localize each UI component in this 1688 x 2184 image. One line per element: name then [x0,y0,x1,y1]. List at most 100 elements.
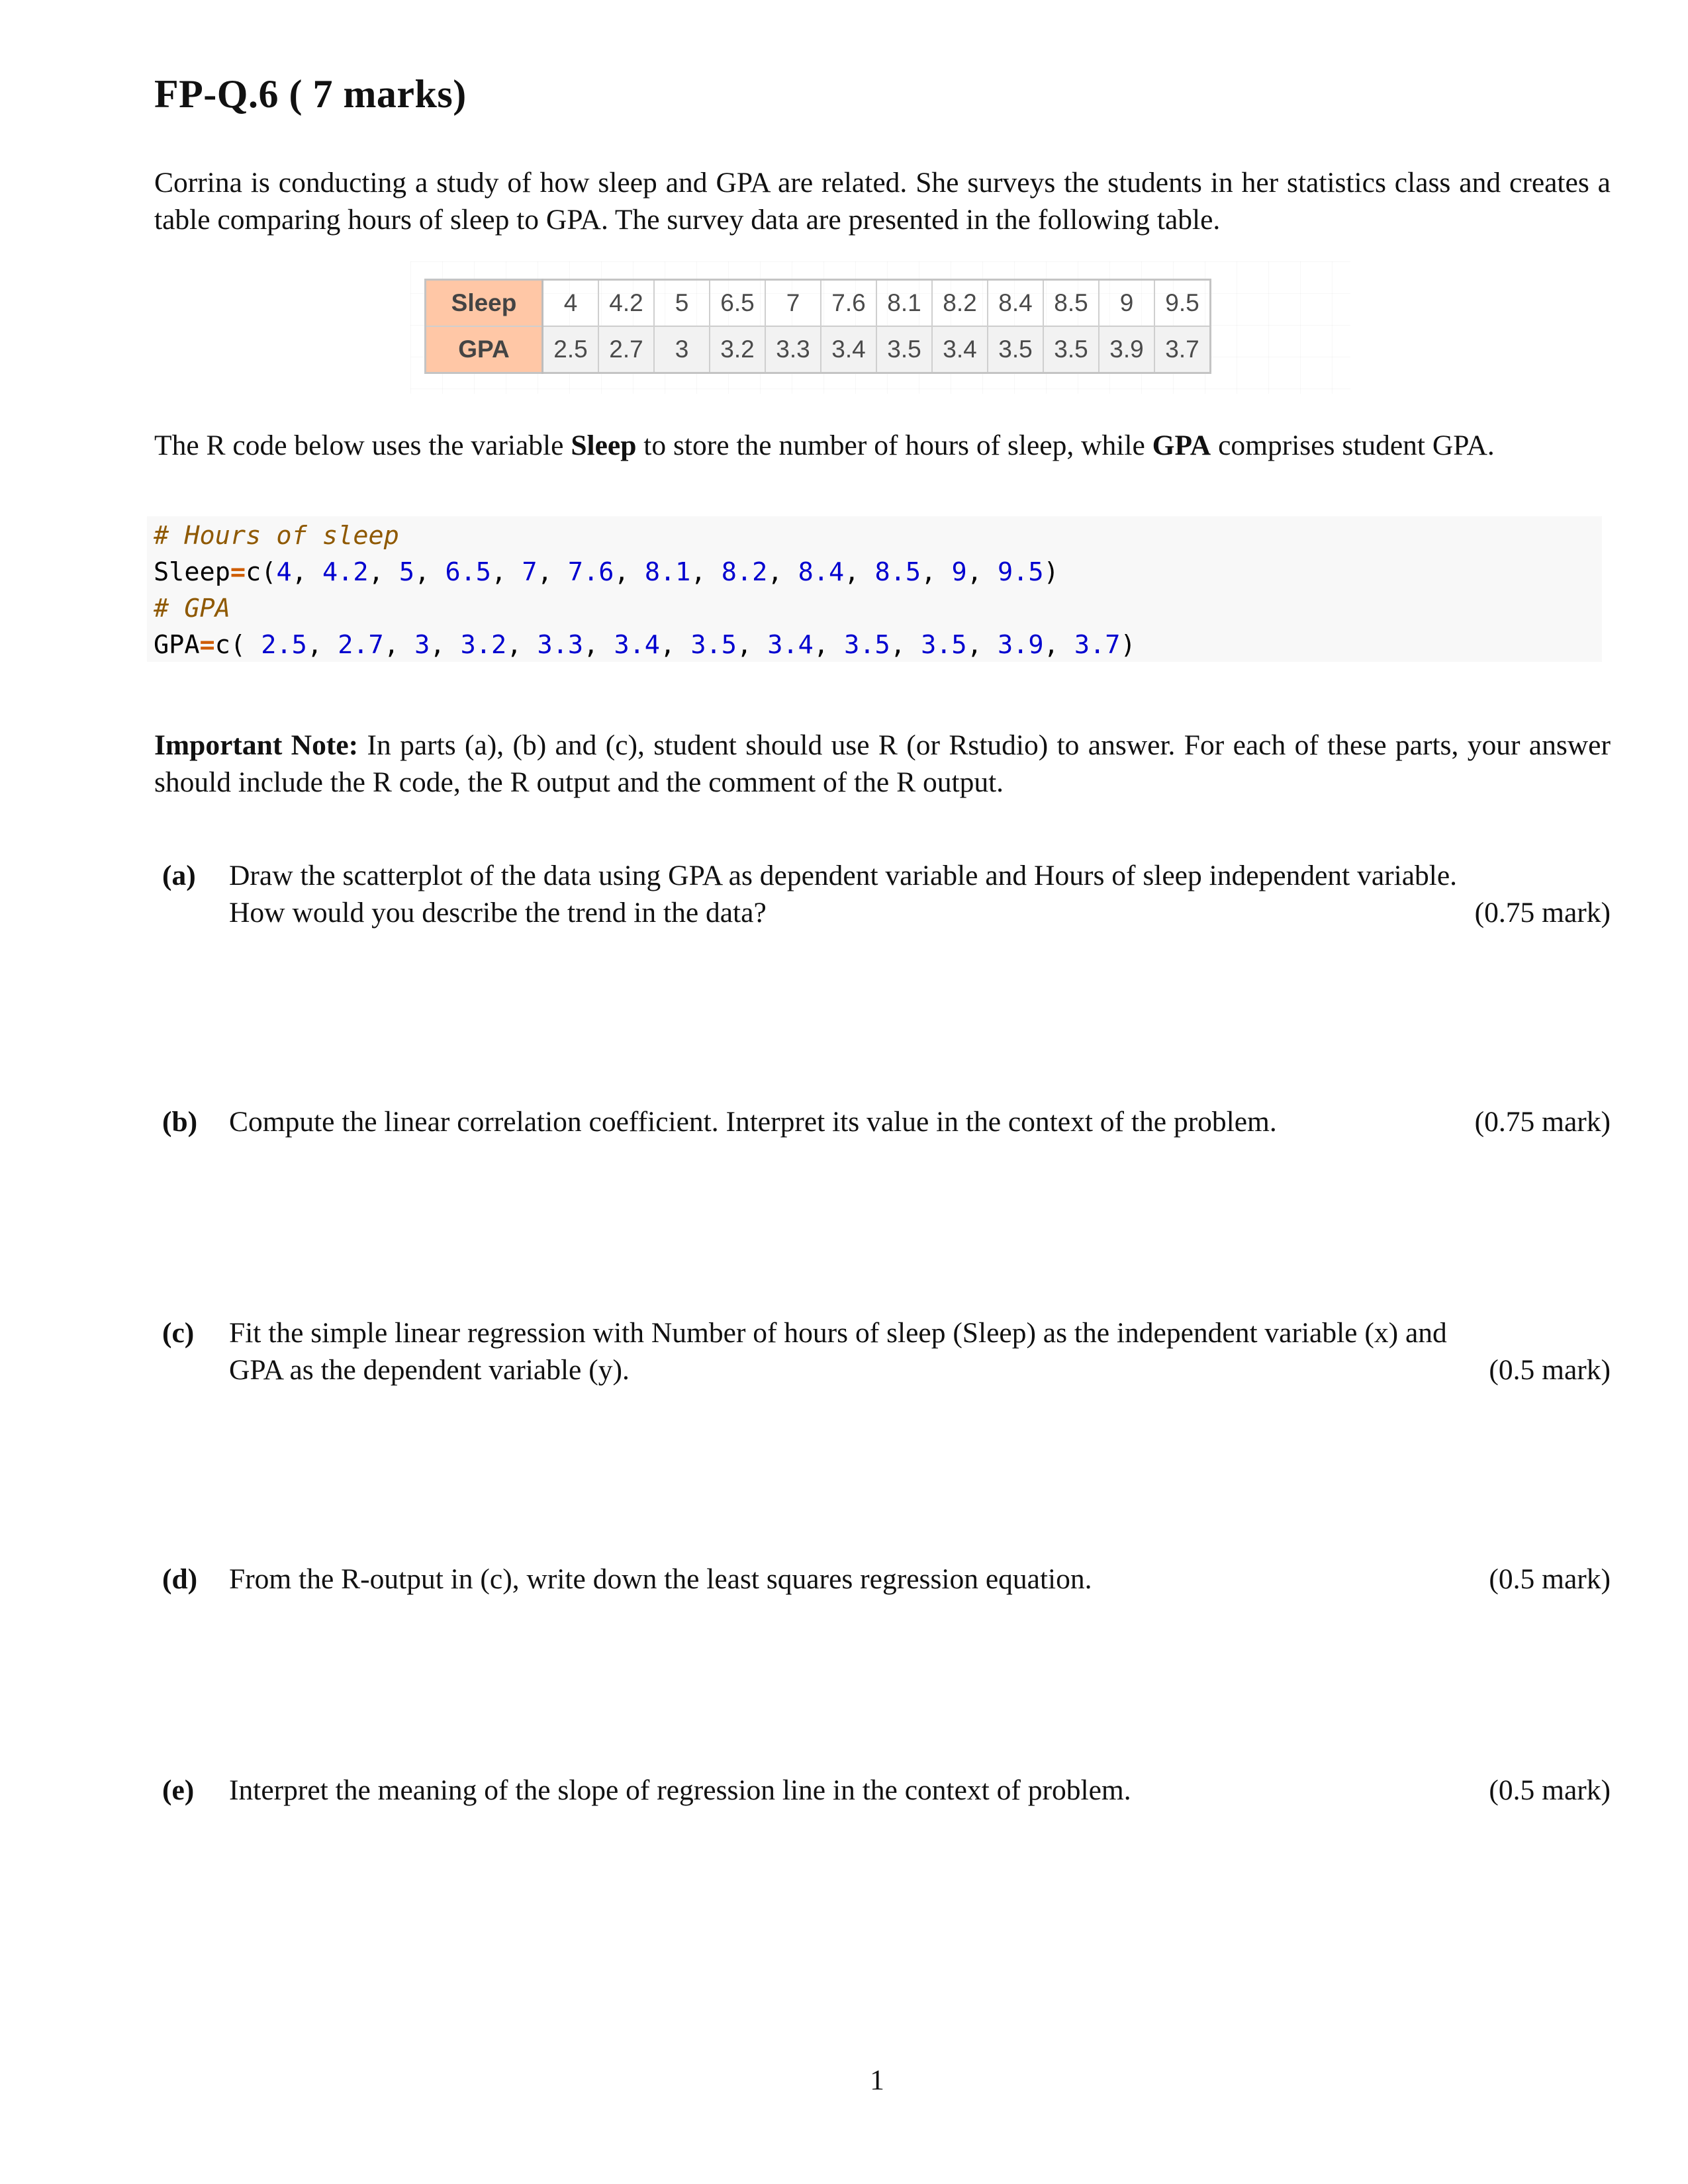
question-part-b: (b) Compute the linear correlation coeff… [154,1103,1611,1140]
table-cell: 8.5 [1043,279,1100,327]
part-label: (e) [162,1774,195,1806]
table-cell: 9 [1098,279,1155,327]
code-number: 9 [951,557,967,587]
part-line: Compute the linear correlation coefficie… [229,1103,1611,1140]
code-number: 8.2 [721,557,768,587]
part-line: Interpret the meaning of the slope of re… [229,1772,1611,1809]
code-number: 7.6 [567,557,614,587]
table-cell: 4 [541,279,599,327]
code-number: 2.5 [261,630,307,660]
code-separator: , [430,630,461,660]
code-values: 4, 4.2, 5, 6.5, 7, 7.6, 8.1, 8.2, 8.4, 8… [276,557,1043,587]
title-prefix: FP-Q.6 ( [154,72,303,116]
part-marks: (0.5 mark) [1489,1354,1611,1386]
code-number: 3.4 [614,630,660,660]
question-part-d: (d) From the R-output in (c), write down… [154,1561,1611,1598]
table-cell: 9.5 [1154,279,1211,327]
part-label: (b) [162,1106,198,1138]
table-cell: 3.4 [931,326,988,374]
code-variable: Sleep [154,557,230,587]
code-function: c( [214,630,261,660]
row-header-sleep: Sleep [424,279,543,327]
code-intro-text: The R code below uses the variable [154,430,571,461]
r-code-block: # Hours of sleep Sleep=c(4, 4.2, 5, 6.5, … [147,516,1602,662]
table-cell: 3.2 [709,326,766,374]
code-number: 9.5 [997,557,1044,587]
note-text: In parts (a), (b) and (c), student shoul… [154,729,1611,798]
data-table-figure: Sleep 4 4.2 5 6.5 7 7.6 8.1 8.2 8.4 8.5 … [410,261,1350,394]
code-number: 3.9 [997,630,1044,660]
table-cell: 8.2 [931,279,988,327]
part-line: GPA as the dependent variable (y). (0.5 m… [229,1351,1611,1388]
code-comment: # GPA [154,594,230,623]
code-separator: , [614,557,645,587]
part-body: Interpret the meaning of the slope of re… [229,1772,1611,1809]
code-separator: , [690,557,722,587]
part-label: (c) [162,1317,195,1349]
part-marks: (0.5 mark) [1489,1774,1611,1806]
code-number: 3.2 [460,630,507,660]
part-line: Draw the scatterplot of the data using G… [229,857,1611,894]
table-cell: 7 [765,279,821,327]
table-cell: 6.5 [709,279,766,327]
code-values: 2.5, 2.7, 3, 3.2, 3.3, 3.4, 3.5, 3.4, 3.… [261,630,1120,660]
part-line: How would you describe the trend in the … [229,894,1611,931]
question-part-e: (e) Interpret the meaning of the slope o… [154,1772,1611,1809]
table-cell: 3.9 [1098,326,1155,374]
table-cell: 3 [653,326,710,374]
part-text: Fit the simple linear regression with Nu… [229,1317,1447,1349]
sleep-gpa-table: Sleep 4 4.2 5 6.5 7 7.6 8.1 8.2 8.4 8.5 … [424,279,1211,374]
table-cell: 7.6 [820,279,877,327]
code-number: 3.4 [767,630,814,660]
title-suffix: marks) [343,72,467,116]
table-row-sleep: Sleep 4 4.2 5 6.5 7 7.6 8.1 8.2 8.4 8.5 … [424,279,1211,327]
part-label: (d) [162,1563,198,1595]
code-number: 3 [414,630,430,660]
code-separator: , [890,630,921,660]
note-label: Important Note: [154,729,359,761]
code-separator: , [1043,630,1074,660]
code-number: 3.3 [537,630,584,660]
code-separator: , [736,630,768,660]
table-cell: 3.5 [876,326,933,374]
question-title: FP-Q.6 ( 7 marks) [154,71,467,117]
part-body: Draw the scatterplot of the data using G… [229,857,1611,931]
code-number: 2.7 [338,630,384,660]
table-cell: 3.3 [765,326,821,374]
page-number: 1 [870,2064,884,2096]
part-text: Compute the linear correlation coefficie… [229,1106,1277,1138]
code-number: 4 [276,557,292,587]
code-number: 7 [522,557,538,587]
question-part-a: (a) Draw the scatterplot of the data usi… [154,857,1611,931]
table-cell: 2.7 [598,326,655,374]
table-cell: 3.4 [820,326,877,374]
code-number: 5 [399,557,415,587]
code-line-sleep: Sleep=c(4, 4.2, 5, 6.5, 7, 7.6, 8.1, 8.2… [154,554,1602,590]
table-cell: 3.5 [1043,326,1100,374]
code-separator: , [537,557,568,587]
code-number: 8.5 [874,557,921,587]
code-separator: , [368,557,399,587]
code-separator: , [767,557,798,587]
code-separator: , [414,557,445,587]
code-number: 4.2 [322,557,369,587]
code-close-paren: ) [1043,557,1059,587]
code-number: 3.5 [844,630,890,660]
code-number: 3.5 [921,630,967,660]
part-body: From the R-output in (c), write down the… [229,1561,1611,1598]
code-intro-text: to store the number of hours of sleep, w… [636,430,1152,461]
code-separator: , [813,630,845,660]
code-line-comment-2: # GPA [154,590,1602,627]
code-separator: , [491,557,522,587]
code-separator: , [583,630,614,660]
part-body: Fit the simple linear regression with Nu… [229,1314,1611,1388]
question-part-c: (c) Fit the simple linear regression wit… [154,1314,1611,1388]
part-line: From the R-output in (c), write down the… [229,1561,1611,1598]
part-marks: (0.75 mark) [1474,897,1611,929]
code-separator: , [306,630,338,660]
code-separator: , [966,630,998,660]
table-cell: 3.5 [987,326,1044,374]
part-label: (a) [162,860,196,891]
code-line-gpa: GPA=c( 2.5, 2.7, 3, 3.2, 3.3, 3.4, 3.5, … [154,627,1602,663]
table-cell: 8.1 [876,279,933,327]
